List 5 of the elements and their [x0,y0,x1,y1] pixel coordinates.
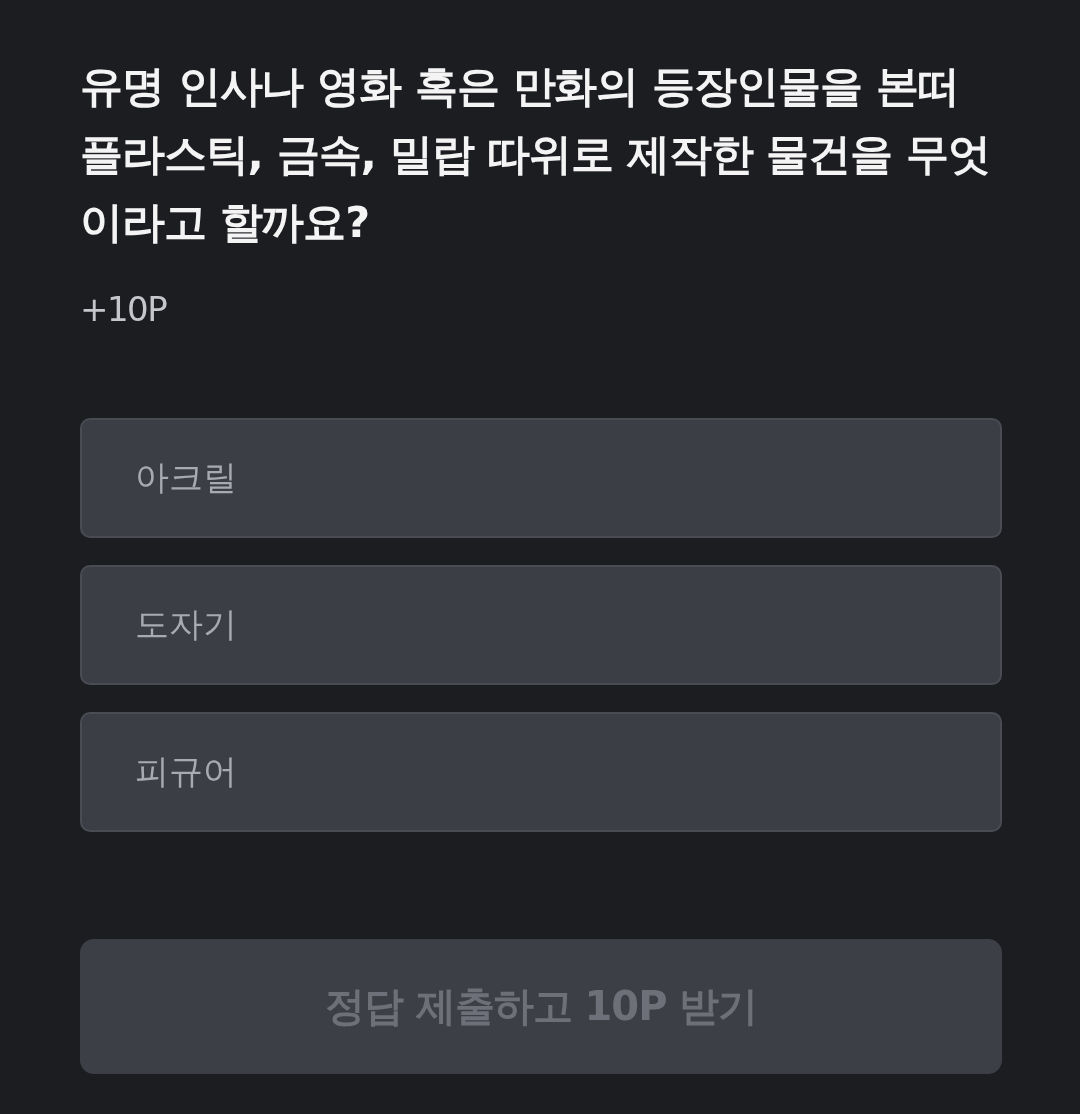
question-text: 유명 인사나 영화 혹은 만화의 등장인물을 본떠 플라스틱, 금속, 밀랍 따위로 제작한 물건을 무엇이라고 할까요? [80,60,991,249]
answer-option[interactable]: 피규어 [80,712,1002,832]
points-reward: +10P [80,289,168,329]
answer-option[interactable]: 아크릴 [80,418,1002,538]
answer-option[interactable]: 도자기 [80,565,1002,685]
